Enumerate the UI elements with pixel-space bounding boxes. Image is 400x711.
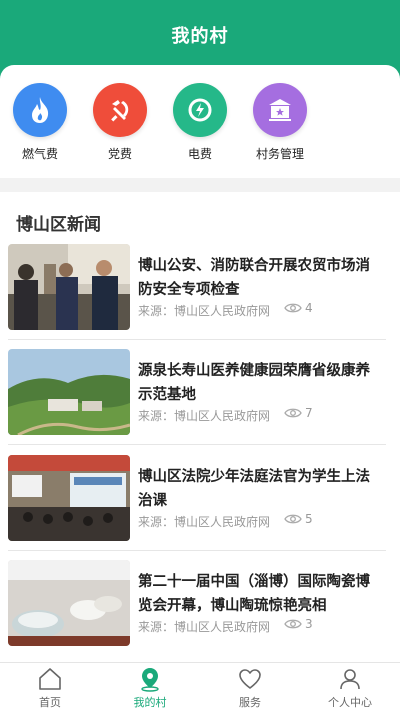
news-thumbnail: [8, 244, 130, 330]
view-count-value: 3: [305, 617, 313, 631]
view-count: 3: [284, 617, 313, 631]
view-count-value: 5: [305, 512, 313, 526]
bottom-tab-bar: 首页 我的村 服务 个人中心: [0, 662, 400, 711]
heart-icon: [239, 669, 261, 689]
news-section-title: 博山区新闻: [16, 215, 101, 235]
news-source: 来源：博山区人民政府网: [138, 409, 271, 423]
service-gas-fee[interactable]: 燃气费: [0, 83, 80, 178]
news-item[interactable]: 博山公安、消防联合开展农贸市场消防安全专项检查 来源：博山区人民政府网 4: [8, 244, 386, 340]
tab-home[interactable]: 首页: [0, 663, 100, 711]
tab-label: 首页: [39, 696, 61, 709]
news-headline: 博山区法院少年法庭法官为学生上法治课: [138, 469, 370, 509]
news-thumbnail: [8, 455, 130, 541]
tab-label: 个人中心: [328, 696, 372, 709]
view-count: 5: [284, 512, 313, 526]
service-party-fee[interactable]: 党费: [80, 83, 160, 178]
tab-label: 服务: [239, 696, 261, 709]
service-label: 电费: [187, 147, 212, 161]
eye-icon: [284, 408, 302, 418]
services-panel: 燃气费 党费 电费 村务管理: [0, 65, 400, 178]
eye-icon: [284, 514, 302, 524]
view-count-value: 4: [305, 301, 313, 315]
lightning-icon: [173, 83, 227, 137]
location-pin-icon: [141, 668, 159, 692]
news-thumbnail: [8, 349, 130, 435]
service-village-affairs[interactable]: 村务管理: [240, 83, 320, 178]
tab-service[interactable]: 服务: [200, 663, 300, 711]
service-label: 燃气费: [21, 147, 58, 161]
service-label: 党费: [107, 147, 132, 161]
tab-label: 我的村: [133, 696, 167, 709]
flame-icon: [13, 83, 67, 137]
page-title: 我的村: [171, 26, 229, 47]
news-headline: 博山公安、消防联合开展农贸市场消防安全专项检查: [138, 258, 370, 298]
view-count: 7: [284, 406, 313, 420]
tab-my-village[interactable]: 我的村: [100, 663, 200, 711]
news-headline: 源泉长寿山医养健康园荣膺省级康养示范基地: [138, 363, 370, 403]
service-electric-fee[interactable]: 电费: [160, 83, 240, 178]
star-building-icon: [253, 83, 307, 137]
news-source: 来源：博山区人民政府网: [138, 515, 271, 529]
eye-icon: [284, 619, 302, 629]
news-headline: 第二十一届中国（淄博）国际陶瓷博览会开幕，博山陶琉惊艳亮相: [138, 574, 370, 614]
service-label: 村务管理: [255, 147, 304, 161]
party-emblem-icon: [93, 83, 147, 137]
news-section: 博山区新闻 博山公安、消防联合开展农贸市场消防安全专项检查 来源：博山区人民政府…: [0, 192, 400, 662]
news-item[interactable]: 第二十一届中国（淄博）国际陶瓷博览会开幕，博山陶琉惊艳亮相 来源：博山区人民政府…: [8, 560, 386, 656]
news-item[interactable]: 博山区法院少年法庭法官为学生上法治课 来源：博山区人民政府网 5: [8, 455, 386, 551]
news-source: 来源：博山区人民政府网: [138, 620, 271, 634]
eye-icon: [284, 303, 302, 313]
section-divider: [0, 178, 400, 192]
news-item[interactable]: 源泉长寿山医养健康园荣膺省级康养示范基地 来源：博山区人民政府网 7: [8, 349, 386, 445]
news-thumbnail: [8, 560, 130, 646]
news-source: 来源：博山区人民政府网: [138, 304, 271, 318]
tab-personal-center[interactable]: 个人中心: [300, 663, 400, 711]
view-count: 4: [284, 301, 313, 315]
view-count-value: 7: [305, 406, 313, 420]
person-icon: [340, 669, 360, 690]
home-icon: [39, 668, 61, 690]
